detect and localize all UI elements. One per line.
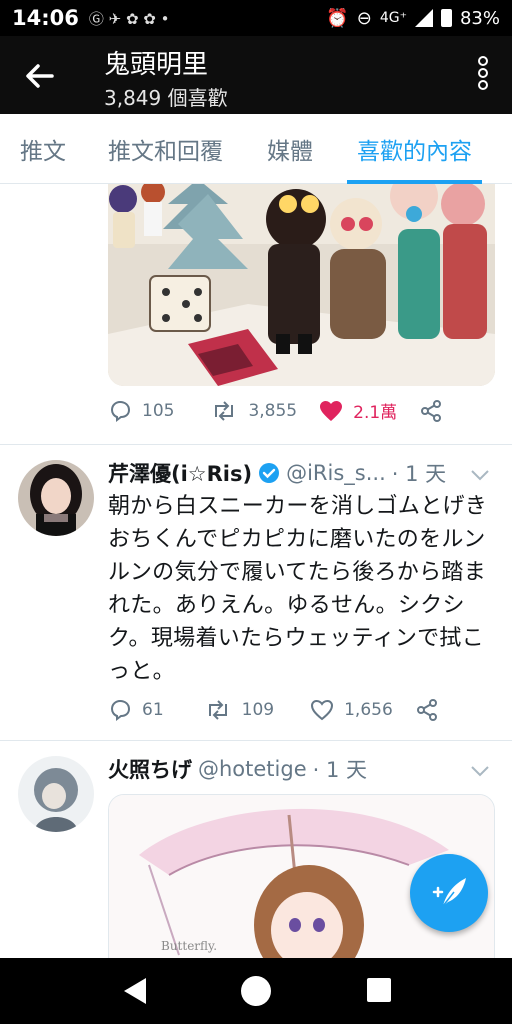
chevron-down-icon[interactable] (470, 466, 490, 481)
tab-tweets[interactable]: 推文 (10, 114, 76, 184)
like-button[interactable]: 2.1萬 (319, 398, 397, 423)
likes-count: 3,849 個喜歡 (104, 86, 228, 110)
nav-home-icon[interactable] (241, 976, 271, 1006)
back-arrow-icon[interactable] (22, 58, 58, 94)
avatar[interactable] (18, 756, 94, 832)
author-name[interactable]: 火照ちげ (108, 754, 192, 784)
compose-tweet-button[interactable] (410, 854, 488, 932)
tweet-text: 朝から白スニーカーを消しゴムとげきおちくんでピカピカに磨いたのをルンルンの気分で… (108, 494, 488, 684)
tweet-actions: 105 3,855 2.1萬 (108, 398, 443, 423)
system-nav-bar (0, 958, 512, 1024)
verified-badge-icon (258, 462, 280, 484)
author-handle[interactable]: @iRis_s... (286, 461, 386, 485)
author-name[interactable]: 芹澤優(i☆Ris) (108, 458, 252, 488)
chevron-down-icon[interactable] (470, 762, 490, 777)
profile-name: 鬼頭明里 (104, 50, 209, 80)
status-time: 14:06 (12, 6, 79, 30)
battery-percent: 83% (459, 7, 500, 29)
alarm-icon: ⏰ (326, 7, 349, 29)
like-count: 1,656 (344, 700, 393, 720)
retweet-icon (215, 400, 234, 421)
tab-tweets-replies[interactable]: 推文和回覆 (98, 114, 233, 184)
share-icon (421, 399, 442, 422)
app-header: 鬼頭明里 3,849 個喜歡 (0, 36, 512, 114)
status-bar: 14:06 Ⓖ ✈ ✿ ✿ • ⏰ ⊖ 4G⁺ 83% (0, 0, 512, 36)
share-button[interactable] (415, 698, 439, 722)
tweet-time: · 1 天 (312, 758, 368, 782)
reply-icon (110, 400, 131, 422)
share-button[interactable] (419, 399, 443, 423)
heart-outline-icon (311, 699, 334, 721)
signal-icon (414, 9, 433, 27)
retweet-count: 3,855 (248, 400, 298, 421)
retweet-icon (208, 700, 227, 720)
retweet-count: 109 (241, 700, 275, 720)
nav-back-icon[interactable] (122, 976, 148, 1010)
network-label: 4G⁺ (379, 10, 407, 26)
tweet-image[interactable] (108, 184, 495, 386)
reply-count: 61 (142, 700, 164, 720)
reply-button[interactable]: 105 (108, 399, 174, 423)
more-options-icon[interactable] (476, 54, 490, 94)
share-icon (416, 699, 437, 721)
feather-plus-icon (432, 878, 466, 907)
tab-media[interactable]: 媒體 (257, 114, 323, 184)
like-count: 2.1萬 (353, 403, 398, 423)
tweet-header: 火照ちげ @hotetige · 1 天 (108, 754, 367, 784)
reply-count: 105 (142, 400, 175, 421)
heart-filled-icon (320, 400, 343, 421)
tweet-time: · 1 天 (391, 462, 447, 486)
retweet-button[interactable]: 109 (204, 698, 274, 722)
dnd-icon: ⊖ (356, 7, 372, 29)
like-button[interactable]: 1,656 (310, 699, 393, 721)
tweet-header: 芹澤優(i☆Ris) @iRis_s... · 1 天 (108, 458, 446, 488)
reply-button[interactable]: 61 (108, 698, 164, 722)
avatar[interactable] (18, 460, 94, 536)
divider (0, 444, 512, 445)
retweet-button[interactable]: 3,855 (210, 399, 297, 423)
tab-likes[interactable]: 喜歡的內容 (347, 114, 482, 184)
notification-icons: Ⓖ ✈ ✿ ✿ • (88, 9, 170, 28)
tweet-actions: 61 109 1,656 (108, 698, 439, 722)
author-handle[interactable]: @hotetige (198, 757, 307, 781)
battery-icon (440, 9, 452, 27)
nav-recents-icon[interactable] (367, 978, 391, 1002)
image-caption: Butterfly. (161, 939, 217, 953)
profile-tabs: 推文 推文和回覆 媒體 喜歡的內容 (0, 114, 512, 184)
divider (0, 740, 512, 741)
reply-icon (110, 699, 131, 721)
